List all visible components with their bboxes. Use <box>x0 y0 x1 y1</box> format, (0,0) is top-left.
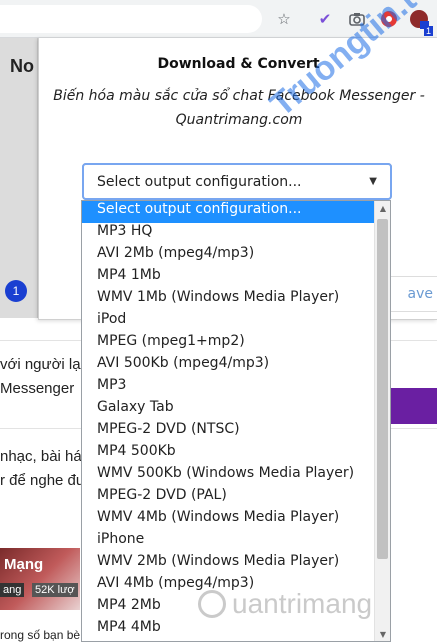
dropdown-option[interactable]: iPod <box>82 311 390 333</box>
background-text-5: rong số bạn bè <box>0 628 81 642</box>
dropdown-option[interactable]: MP3 HQ <box>82 223 390 245</box>
select-value: Select output configuration... <box>97 173 302 190</box>
record-icon[interactable] <box>378 8 400 30</box>
extension-check-icon[interactable]: ✔ <box>314 8 336 30</box>
dropdown-option[interactable]: MP4 4Mb <box>82 619 390 641</box>
scroll-up-icon[interactable]: ▲ <box>375 201 390 215</box>
dropdown-option[interactable]: AVI 500Kb (mpeg4/mp3) <box>82 355 390 377</box>
background-text-1: với người lạ <box>0 356 81 373</box>
chevron-down-icon: ▼ <box>369 176 377 187</box>
dropdown-option[interactable]: MP4 2Mb <box>82 597 390 619</box>
thumbnail-tag: ang <box>0 583 25 597</box>
dropdown-option[interactable]: WMV 500Kb (Windows Media Player) <box>82 465 390 487</box>
dropdown-option[interactable]: MPEG-2 DVD (NTSC) <box>82 421 390 443</box>
options-list: Select output configuration... MP3 HQ AVI … <box>82 201 390 641</box>
select-dropdown-list[interactable]: Select output configuration... MP3 HQ AVI … <box>81 200 391 642</box>
dropdown-option[interactable]: WMV 1Mb (Windows Media Player) <box>82 289 390 311</box>
browser-toolbar: ☆ ✔ 1 <box>0 0 437 38</box>
dropdown-option[interactable]: MP4 500Kb <box>82 443 390 465</box>
extension-badge: 1 <box>424 26 434 36</box>
dropdown-option[interactable]: AVI 4Mb (mpeg4/mp3) <box>82 575 390 597</box>
watermark-logo-icon <box>198 590 226 618</box>
background-text-4: r để nghe đư <box>0 472 86 489</box>
thumbnail-views: 52K lượ <box>32 583 78 597</box>
thumbnail-title: Mạng <box>4 556 44 573</box>
dropdown-option[interactable]: Galaxy Tab <box>82 399 390 421</box>
background-title: No <box>10 56 34 76</box>
output-config-select[interactable]: Select output configuration... ▼ <box>82 163 392 200</box>
dropdown-option[interactable]: iPhone <box>82 531 390 553</box>
dropdown-option[interactable]: MP3 <box>82 377 390 399</box>
dropdown-option[interactable]: WMV 4Mb (Windows Media Player) <box>82 509 390 531</box>
dropdown-option[interactable]: WMV 2Mb (Windows Media Player) <box>82 553 390 575</box>
address-bar[interactable] <box>0 5 262 33</box>
dropdown-option[interactable]: MP4 1Mb <box>82 267 390 289</box>
star-icon[interactable]: ☆ <box>273 8 295 30</box>
popup-title: Download & Convert <box>157 56 320 72</box>
background-text-3: nhạc, bài hát <box>0 448 86 465</box>
scrollbar[interactable]: ▲ ▼ <box>374 201 390 641</box>
dropdown-option[interactable]: MPEG-2 DVD (PAL) <box>82 487 390 509</box>
scrollbar-thumb[interactable] <box>377 219 388 559</box>
dropdown-option[interactable]: MPEG (mpeg1+mp2) <box>82 333 390 355</box>
background-text-2: Messenger <box>0 380 75 397</box>
background-video <box>0 38 38 318</box>
popup-subtitle: Biến hóa màu sắc cửa sổ chat Facebook Me… <box>53 88 425 128</box>
dropdown-option[interactable]: Select output configuration... <box>82 201 390 223</box>
scroll-down-icon[interactable]: ▼ <box>375 627 390 641</box>
screen: ☆ ✔ 1 No 1 với người lạ Messenger nhạc, … <box>0 0 437 642</box>
purple-banner <box>390 388 437 424</box>
camera-icon[interactable] <box>346 8 368 30</box>
notification-badge: 1 <box>5 280 27 302</box>
dropdown-option[interactable]: AVI 2Mb (mpeg4/mp3) <box>82 245 390 267</box>
